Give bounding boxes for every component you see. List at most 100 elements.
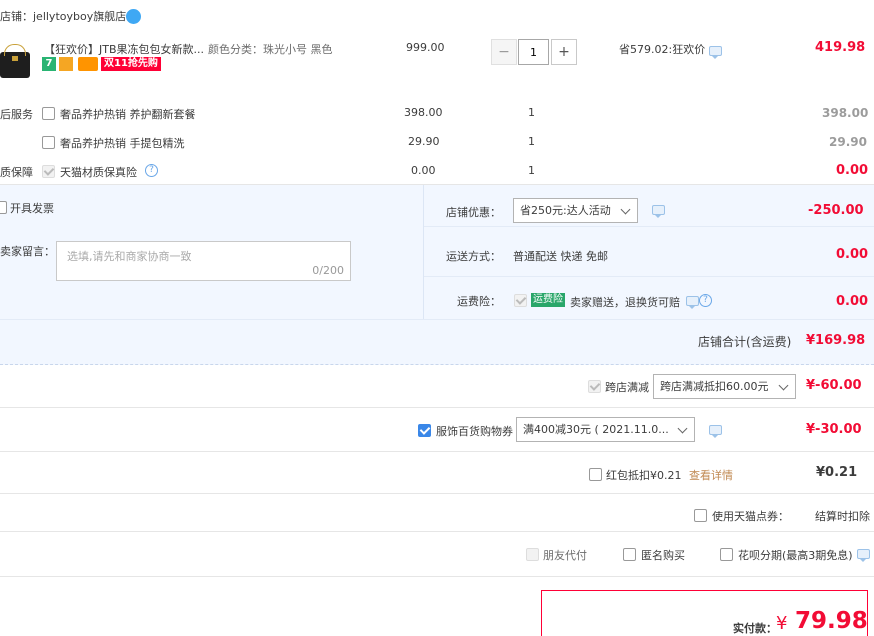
chevron-down-icon: [778, 380, 789, 391]
service-2-total: 29.90: [829, 135, 867, 149]
freight-help-icon[interactable]: ?: [699, 294, 712, 307]
divider: [0, 493, 874, 494]
coupon-amount: ¥-30.00: [806, 422, 862, 437]
product-title[interactable]: 【狂欢价】JTB果冻包包女新款...: [44, 41, 204, 57]
coupon-label: 服饰百货购物券: [436, 425, 513, 438]
wangwang-icon[interactable]: [126, 9, 141, 24]
qty-input[interactable]: [518, 39, 549, 65]
red-packet-label: 红包抵扣¥0.21: [606, 469, 682, 482]
item-promo: 省579.02:狂欢价: [619, 43, 706, 56]
anonymous-label: 匿名购买: [641, 549, 685, 562]
bag-clasp: [12, 56, 18, 61]
badge-tmall-icon: [59, 57, 73, 71]
attr-label: 颜色分类：: [208, 43, 263, 56]
divider: [424, 276, 874, 277]
message-placeholder: 选填,请先和商家协商一致: [67, 250, 192, 263]
shop-discount-amount: -250.00: [808, 203, 864, 218]
huabei-chat-icon[interactable]: [857, 549, 870, 562]
item-total: 419.98: [815, 40, 866, 55]
huabei-label: 花呗分期(最高3期免息): [738, 549, 853, 562]
divider: [0, 531, 874, 532]
service-1-price: 398.00: [404, 106, 443, 119]
service-1-name: 奢品养护热销 养护翻新套餐: [60, 108, 196, 121]
help-icon[interactable]: ?: [145, 164, 158, 177]
quality-label: 质保障: [0, 166, 33, 179]
tmall-points-checkbox[interactable]: [694, 509, 707, 522]
badge-7day-icon: 7: [42, 57, 56, 71]
coupon-chat-icon[interactable]: [709, 425, 722, 438]
badge-card-icon: [78, 57, 98, 71]
divider: [0, 364, 874, 365]
friend-pay-checkbox: [526, 548, 539, 561]
shop-name[interactable]: jellytoyboy旗舰店: [33, 10, 126, 23]
chevron-down-icon: [677, 423, 688, 434]
final-currency: ¥: [776, 613, 788, 634]
shipping-amount: 0.00: [836, 247, 869, 262]
product-attr: 颜色分类：珠光小号 黑色: [208, 41, 333, 57]
qty-plus-button[interactable]: +: [551, 39, 577, 65]
divider: [0, 407, 874, 408]
shop-discount-select[interactable]: 省250元:达人活动: [513, 198, 638, 223]
final-label: 实付款：: [733, 622, 777, 635]
after-sales-label: 后服务: [0, 108, 33, 121]
invoice-label: 开具发票: [10, 202, 54, 215]
friend-pay-label: 朋友代付: [543, 549, 587, 562]
red-packet-link[interactable]: 查看详情: [689, 467, 733, 483]
badge-double11: 双11抢先购: [101, 57, 161, 71]
divider: [424, 226, 874, 227]
shop-discount-chat-icon[interactable]: [652, 205, 665, 218]
panel-column-divider: [423, 185, 424, 319]
shop-total-label: 店铺合计(含运费): [698, 335, 792, 349]
coupon-checkbox[interactable]: [418, 424, 431, 437]
qty-minus-button[interactable]: −: [491, 39, 517, 65]
service-1-checkbox[interactable]: [42, 107, 55, 120]
invoice-checkbox[interactable]: [0, 201, 7, 214]
tmall-points-label: 使用天猫点券：: [712, 510, 789, 523]
item-price: 999.00: [406, 41, 445, 54]
freight-insurance-desc: 卖家赠送，退换货可赔: [570, 296, 680, 309]
service-3-qty: 1: [528, 164, 535, 177]
shop-discount-value: 省250元:达人活动: [520, 204, 611, 217]
coupon-value: 满400减30元 ( 2021.11.0...: [523, 423, 669, 436]
shop-label: 店铺：: [0, 10, 33, 23]
red-packet-checkbox[interactable]: [589, 468, 602, 481]
coupon-select[interactable]: 满400减30元 ( 2021.11.0...: [516, 417, 695, 442]
service-3-name: 天猫材质保真险: [60, 166, 137, 179]
final-payment-box: 实付款： ¥ 79.98: [541, 590, 868, 636]
red-packet-amount: ¥0.21: [816, 465, 858, 480]
cross-store-label: 跨店满减: [605, 381, 649, 394]
cross-store-checkbox: [588, 380, 601, 393]
shipping-label: 运送方式：: [446, 250, 501, 263]
freight-insurance-tag: 运费险: [531, 293, 565, 307]
promo-chat-icon[interactable]: [709, 46, 722, 59]
divider: [0, 576, 874, 577]
service-2-checkbox[interactable]: [42, 136, 55, 149]
service-3-total: 0.00: [836, 163, 869, 178]
service-1-qty: 1: [528, 106, 535, 119]
shop-header: 店铺：jellytoyboy旗舰店: [0, 8, 126, 26]
chevron-down-icon: [620, 204, 631, 215]
divider: [0, 319, 874, 320]
huabei-checkbox[interactable]: [720, 548, 733, 561]
service-2-price: 29.90: [408, 135, 440, 148]
message-label: 卖家留言：: [0, 245, 55, 258]
tmall-points-value: 结算时扣除: [815, 510, 870, 523]
message-textarea[interactable]: 选填,请先和商家协商一致 0/200: [56, 241, 351, 281]
shop-discount-label: 店铺优惠：: [446, 206, 501, 219]
product-thumbnail[interactable]: [0, 44, 30, 78]
shipping-value: 普通配送 快递 免邮: [513, 250, 608, 263]
cross-store-amount: ¥-60.00: [806, 378, 862, 393]
message-counter: 0/200: [312, 264, 344, 277]
final-amount: 79.98: [795, 608, 868, 634]
shop-total-amount: ¥169.98: [806, 333, 866, 348]
cross-store-value: 跨店满减抵扣60.00元: [660, 380, 769, 393]
divider: [0, 451, 874, 452]
freight-insurance-label: 运费险：: [457, 295, 501, 308]
attr-value: 珠光小号 黑色: [263, 43, 333, 56]
freight-chat-icon[interactable]: [686, 296, 699, 309]
service-3-price: 0.00: [411, 164, 436, 177]
cross-store-select[interactable]: 跨店满减抵扣60.00元: [653, 374, 796, 399]
freight-insurance-checkbox: [514, 294, 527, 307]
service-3-checkbox: [42, 165, 55, 178]
anonymous-checkbox[interactable]: [623, 548, 636, 561]
